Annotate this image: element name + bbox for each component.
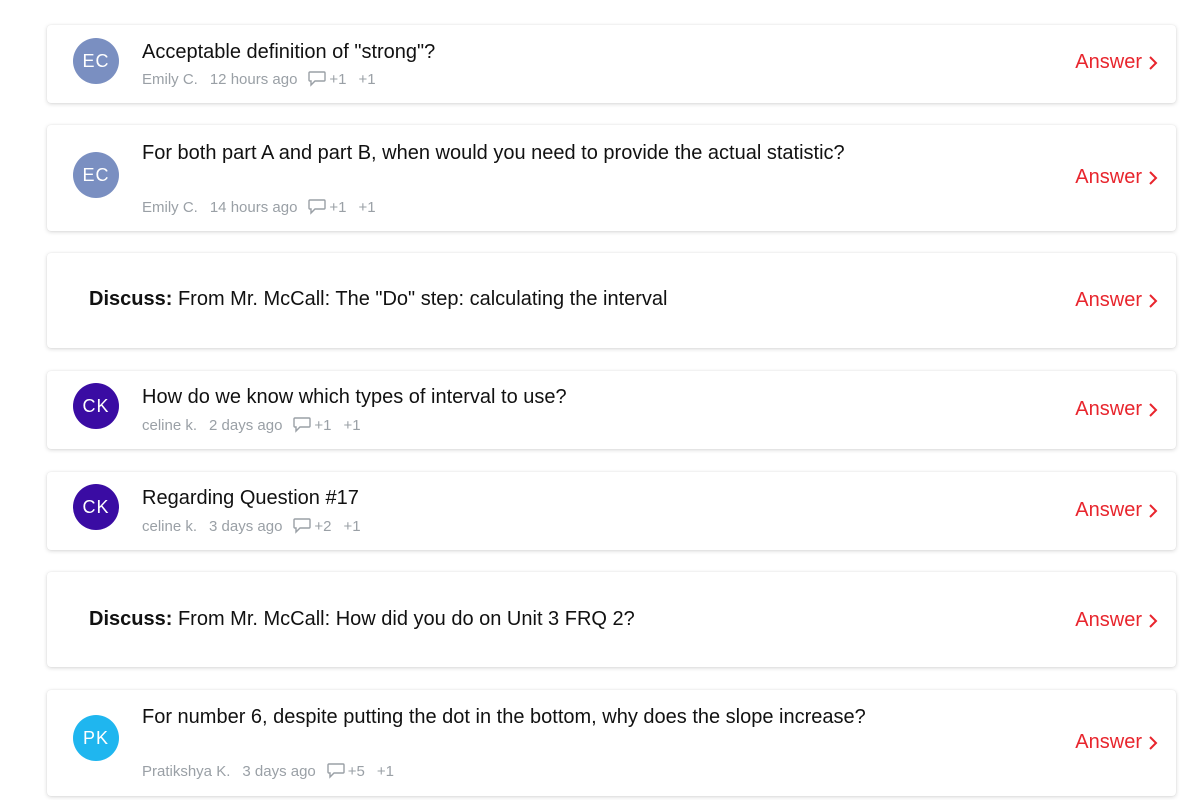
question-card[interactable]: EC Acceptable definition of "strong"? Em… [47,25,1176,103]
chevron-right-icon [1148,503,1158,519]
avatar: PK [73,715,119,761]
comment-icon [326,762,346,780]
question-card[interactable]: PK For number 6, despite putting the dot… [47,690,1176,796]
author-name: celine k. [142,517,198,535]
answer-label: Answer [1075,499,1142,521]
vote-count: +1 [343,416,361,434]
timestamp: 3 days ago [209,517,283,535]
vote-count: +1 [376,762,394,780]
question-title[interactable]: For both part A and part B, when would y… [142,140,902,166]
author-name: celine k. [142,416,198,434]
comment-icon [292,416,312,434]
answer-button[interactable]: Answer [1075,731,1158,754]
discussion-card[interactable]: Discuss: From Mr. McCall: The "Do" step:… [47,253,1176,348]
chevron-right-icon [1148,735,1158,751]
question-card[interactable]: CK Regarding Question #17 celine k. 3 da… [47,472,1176,550]
question-card[interactable]: CK How do we know which types of interva… [47,371,1176,449]
chevron-right-icon [1148,293,1158,309]
timestamp: 2 days ago [209,416,283,434]
answer-button[interactable]: Answer [1075,398,1158,421]
discuss-prefix: Discuss: [89,608,173,630]
comment-icon [307,70,327,88]
vote-count: +1 [358,70,376,88]
timestamp: 12 hours ago [209,70,298,88]
question-title[interactable]: How do we know which types of interval t… [142,384,902,410]
comment-icon [292,517,312,535]
author-name: Emily C. [142,198,198,216]
comment-count: +5 [347,762,365,780]
discussion-title[interactable]: Discuss: From Mr. McCall: How did you do… [89,608,635,631]
avatar: EC [73,152,119,198]
question-meta: Emily C. 12 hours ago +1 +1 [142,70,376,88]
comment-icon [307,198,327,216]
comment-count: +2 [314,517,332,535]
vote-count: +1 [358,198,376,216]
answer-label: Answer [1075,51,1142,73]
answer-button[interactable]: Answer [1075,499,1158,522]
comment-count: +1 [329,198,347,216]
answer-label: Answer [1075,609,1142,631]
answer-label: Answer [1075,731,1142,753]
comment-count: +1 [329,70,347,88]
question-card[interactable]: EC For both part A and part B, when woul… [47,125,1176,231]
answer-button[interactable]: Answer [1075,166,1158,189]
question-meta: Emily C. 14 hours ago +1 +1 [142,198,376,216]
discussion-text: From Mr. McCall: The "Do" step: calculat… [177,288,668,310]
timestamp: 3 days ago [242,762,316,780]
chevron-right-icon [1148,170,1158,186]
answer-label: Answer [1075,166,1142,188]
author-name: Emily C. [142,70,198,88]
chevron-right-icon [1148,613,1158,629]
avatar: CK [73,383,119,429]
question-meta: celine k. 2 days ago +1 +1 [142,416,361,434]
discussion-card[interactable]: Discuss: From Mr. McCall: How did you do… [47,572,1176,667]
chevron-right-icon [1148,55,1158,71]
answer-button[interactable]: Answer [1075,51,1158,74]
question-title[interactable]: Acceptable definition of "strong"? [142,39,902,65]
answer-button[interactable]: Answer [1075,609,1158,632]
avatar: CK [73,484,119,530]
question-title[interactable]: Regarding Question #17 [142,485,902,511]
question-meta: celine k. 3 days ago +2 +1 [142,517,361,535]
discussion-text: From Mr. McCall: How did you do on Unit … [177,608,635,630]
discuss-prefix: Discuss: [89,288,173,310]
question-title[interactable]: For number 6, despite putting the dot in… [142,704,902,730]
avatar: EC [73,38,119,84]
question-meta: Pratikshya K. 3 days ago +5 +1 [142,762,394,780]
comment-count: +1 [314,416,332,434]
answer-label: Answer [1075,289,1142,311]
discussion-title[interactable]: Discuss: From Mr. McCall: The "Do" step:… [89,288,668,311]
author-name: Pratikshya K. [142,762,231,780]
vote-count: +1 [343,517,361,535]
answer-button[interactable]: Answer [1075,289,1158,312]
answer-label: Answer [1075,398,1142,420]
timestamp: 14 hours ago [209,198,298,216]
chevron-right-icon [1148,402,1158,418]
